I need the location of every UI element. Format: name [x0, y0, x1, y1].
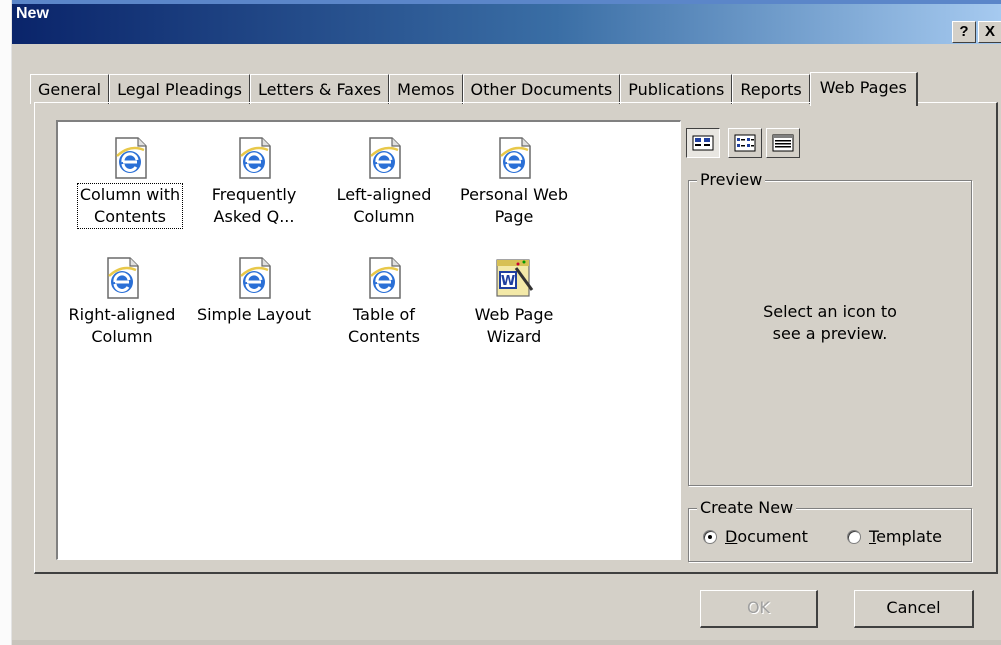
document-radio[interactable]: [703, 529, 717, 544]
word-wizard-icon: W: [496, 259, 534, 297]
preview-group: Preview Select an icon to see a preview.: [688, 170, 972, 486]
template-right-aligned-column[interactable]: Right-aligned Column: [60, 256, 184, 348]
ie-page-icon: [239, 137, 271, 179]
tab-other-documents[interactable]: Other Documents: [462, 74, 621, 104]
ie-page-icon: [499, 137, 531, 179]
template-label: Column with Contents: [76, 183, 184, 229]
template-simple-layout[interactable]: Simple Layout: [192, 256, 316, 326]
large-icons-button[interactable]: [686, 128, 720, 158]
template-radio-option[interactable]: Template: [847, 527, 942, 546]
ie-page-icon: [369, 257, 401, 299]
ie-page-icon: [115, 137, 147, 179]
preview-legend: Preview: [697, 170, 766, 190]
new-dialog: New ? X General Legal Pleadings Letters …: [12, 0, 1001, 645]
template-list[interactable]: Column with Contents Frequently Asked Q...: [56, 120, 681, 560]
list-view-icon: [734, 134, 756, 152]
dialog-bottom-edge: [12, 640, 1001, 645]
tab-general[interactable]: General: [30, 74, 110, 104]
create-new-legend: Create New: [697, 498, 797, 518]
ie-page-icon: [239, 257, 271, 299]
ok-button[interactable]: OK: [700, 590, 818, 628]
template-left-aligned-column[interactable]: Left-aligned Column: [322, 136, 446, 228]
template-frequently-asked-questions[interactable]: Frequently Asked Q...: [192, 136, 316, 228]
background-window-edge: [0, 0, 12, 645]
template-label: Frequently Asked Q...: [211, 185, 297, 226]
help-button[interactable]: ?: [952, 21, 976, 43]
template-web-page-wizard[interactable]: W Web Page Wizard: [452, 256, 576, 348]
preview-message: Select an icon to see a preview.: [763, 302, 897, 343]
template-label: Personal Web Page: [460, 185, 568, 226]
ie-page-icon: [107, 257, 139, 299]
list-button[interactable]: [728, 128, 762, 158]
dialog-title: New: [16, 5, 49, 22]
document-label: Document: [725, 527, 808, 546]
template-label: Web Page Wizard: [474, 305, 554, 346]
template-radio[interactable]: [847, 529, 861, 544]
close-button[interactable]: X: [978, 21, 1001, 43]
template-label: Template: [869, 527, 943, 546]
ie-page-icon: [369, 137, 401, 179]
template-personal-web-page[interactable]: Personal Web Page: [452, 136, 576, 228]
template-label: Simple Layout: [196, 305, 312, 324]
tab-memos[interactable]: Memos: [389, 74, 463, 104]
template-label: Table of Contents: [348, 305, 420, 346]
title-bar: New: [12, 0, 1001, 22]
tab-letters-faxes[interactable]: Letters & Faxes: [250, 74, 390, 104]
template-table-of-contents[interactable]: Table of Contents: [322, 256, 446, 348]
template-label: Right-aligned Column: [68, 305, 176, 346]
details-view-icon: [772, 134, 794, 152]
tab-legal-pleadings[interactable]: Legal Pleadings: [109, 74, 251, 104]
template-column-with-contents[interactable]: Column with Contents: [68, 136, 192, 229]
tab-strip: General Legal Pleadings Letters & Faxes …: [30, 72, 918, 106]
title-bar-lower: [12, 22, 1001, 44]
details-button[interactable]: [766, 128, 800, 158]
svg-text:W: W: [501, 274, 515, 289]
document-radio-option[interactable]: Document: [703, 527, 808, 546]
template-label: Left-aligned Column: [336, 185, 432, 226]
create-new-group: Create New Document Template: [688, 498, 972, 562]
tab-publications[interactable]: Publications: [620, 74, 733, 104]
cancel-button[interactable]: Cancel: [854, 590, 974, 628]
tab-web-pages[interactable]: Web Pages: [809, 72, 918, 106]
tab-reports[interactable]: Reports: [732, 74, 810, 104]
large-icons-view-icon: [692, 135, 714, 151]
